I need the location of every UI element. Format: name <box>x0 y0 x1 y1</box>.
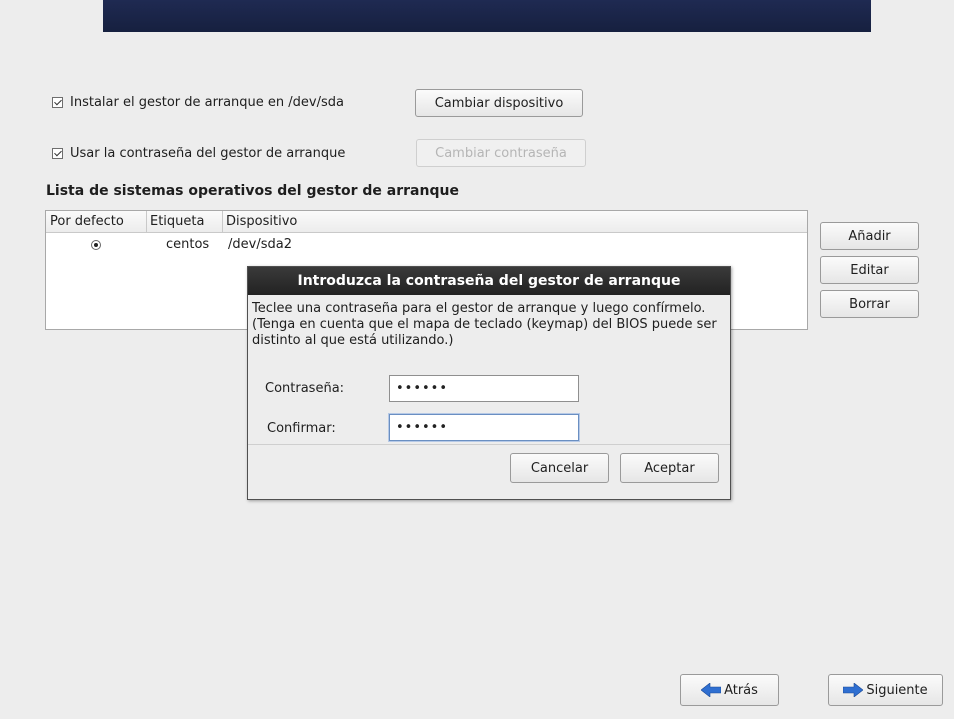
column-label[interactable]: Etiqueta <box>150 214 204 229</box>
back-button[interactable]: Atrás <box>680 674 779 706</box>
confirm-label: Confirmar: <box>267 421 336 436</box>
change-device-button[interactable]: Cambiar dispositivo <box>415 89 583 117</box>
use-password-checkbox[interactable] <box>52 148 63 159</box>
use-password-label: Usar la contraseña del gestor de arranqu… <box>70 146 346 161</box>
dialog-divider <box>248 444 730 445</box>
install-bootloader-label: Instalar el gestor de arranque en /dev/s… <box>70 95 344 110</box>
header-banner <box>103 0 871 32</box>
arrow-right-icon <box>843 683 864 697</box>
next-label: Siguiente <box>866 682 928 698</box>
password-dialog: Introduzca la contraseña del gestor de a… <box>247 266 731 500</box>
accept-button[interactable]: Aceptar <box>620 453 719 483</box>
os-list-title: Lista de sistemas operativos del gestor … <box>46 183 459 199</box>
cancel-button[interactable]: Cancelar <box>510 453 609 483</box>
column-device[interactable]: Dispositivo <box>226 214 297 229</box>
os-label-cell: centos <box>166 237 210 252</box>
column-default[interactable]: Por defecto <box>50 214 124 229</box>
use-password-option[interactable]: Usar la contraseña del gestor de arranqu… <box>52 146 345 161</box>
back-label: Atrás <box>724 682 758 698</box>
dialog-title: Introduzca la contraseña del gestor de a… <box>248 267 730 295</box>
install-bootloader-checkbox[interactable] <box>52 97 63 108</box>
os-list-header: Por defecto Etiqueta Dispositivo <box>46 211 807 233</box>
next-button[interactable]: Siguiente <box>828 674 943 706</box>
password-label: Contraseña: <box>265 381 345 396</box>
arrow-left-icon <box>701 683 722 697</box>
confirm-password-field[interactable] <box>389 414 579 441</box>
table-row[interactable]: centos /dev/sda2 <box>46 235 807 255</box>
change-password-button[interactable]: Cambiar contraseña <box>416 139 586 167</box>
install-bootloader-option[interactable]: Instalar el gestor de arranque en /dev/s… <box>52 95 344 110</box>
default-radio[interactable] <box>91 240 101 250</box>
os-device-cell: /dev/sda2 <box>228 237 292 252</box>
password-field[interactable] <box>389 375 579 402</box>
delete-button[interactable]: Borrar <box>820 290 919 318</box>
dialog-message: Teclee una contraseña para el gestor de … <box>252 301 717 348</box>
add-button[interactable]: Añadir <box>820 222 919 250</box>
edit-button[interactable]: Editar <box>820 256 919 284</box>
